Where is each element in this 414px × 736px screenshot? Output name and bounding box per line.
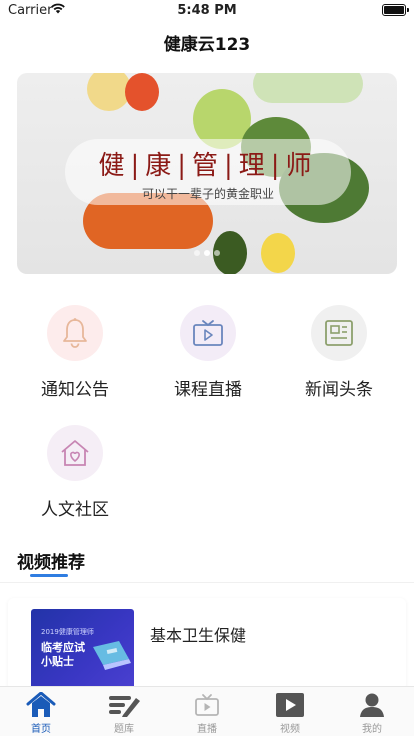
menu-label-notice: 通知公告 [41,380,109,400]
carousel-dot-active[interactable] [204,250,210,256]
leek-image [253,73,363,103]
tab-live[interactable]: 直播 [177,691,237,735]
newspaper-icon [311,305,367,361]
laptop-icon [93,641,131,670]
tab-label-question-bank: 题库 [114,724,134,735]
menu-item-news[interactable]: 新闻头条 [289,305,389,400]
carousel-dot[interactable] [194,250,200,256]
tab-label-mine: 我的 [362,724,382,735]
tab-label-live: 直播 [197,724,217,735]
video-title: 基本卫生保健 [150,626,247,645]
play-icon [260,691,320,719]
bell-icon [47,305,103,361]
menu-label-live-course: 课程直播 [174,380,242,400]
video-thumbnail[interactable]: 2019健康管理师 临考应试小贴士 [31,609,134,690]
thumbnail-caption: 2019健康管理师 [41,628,94,636]
question-bank-icon [94,691,154,719]
banner-subtitle: 可以干一辈子的黄金职业 [141,187,274,201]
video-card[interactable]: 2019健康管理师 临考应试小贴士 基本卫生保健 [8,598,406,690]
menu-label-news: 新闻头条 [305,380,373,400]
banner-title: 健|康|管|理|师 [98,151,318,181]
peach-image [125,73,159,111]
status-time: 5:48 PM [177,3,237,18]
carousel-dot[interactable] [214,250,220,256]
tab-video[interactable]: 视频 [260,691,320,735]
status-bar: Carrier 5:48 PM [0,0,414,22]
home-heart-icon [47,425,103,481]
thumbnail-title: 临考应试小贴士 [41,641,85,668]
tab-mine[interactable]: 我的 [342,691,402,735]
tab-label-home: 首页 [31,724,51,735]
menu-item-notice[interactable]: 通知公告 [25,305,125,400]
tab-question-bank[interactable]: 题库 [94,691,154,735]
section-underline [30,574,68,577]
live-tv-icon [180,305,236,361]
menu-item-community[interactable]: 人文社区 [25,425,125,520]
home-icon [11,691,71,719]
tab-label-video: 视频 [280,724,300,735]
tab-home[interactable]: 首页 [11,691,71,735]
live-tv-icon [177,691,237,719]
battery-icon [382,4,409,16]
banner-carousel[interactable]: 健|康|管|理|师 可以干一辈子的黄金职业 [17,73,397,274]
menu-label-community: 人文社区 [41,500,109,520]
divider [0,582,414,583]
carousel-indicator [17,241,397,260]
menu-item-live-course[interactable]: 课程直播 [158,305,258,400]
user-icon [342,691,402,719]
tab-bar: 首页 题库 直播 视频 我的 [0,686,414,736]
page-title: 健康云123 [163,35,251,55]
section-title-video[interactable]: 视频推荐 [17,548,85,573]
